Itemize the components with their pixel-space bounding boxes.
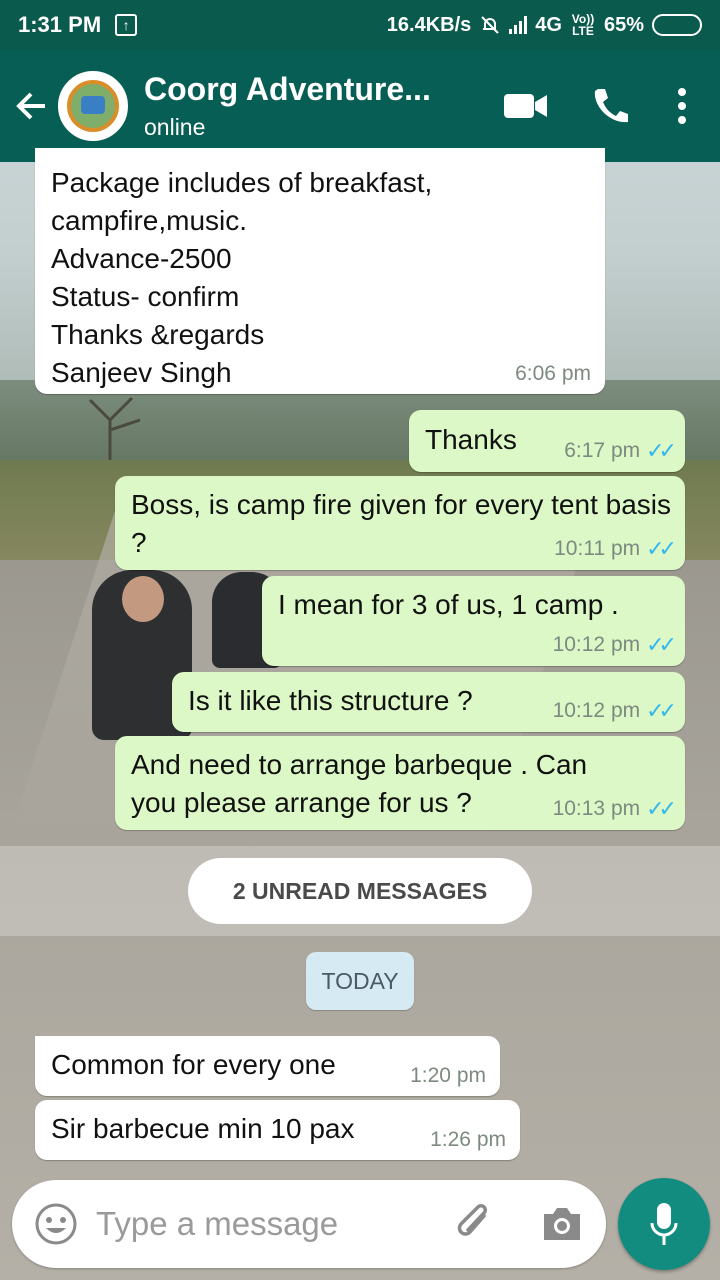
contact-info[interactable]: Coorg Adventure... online <box>144 71 444 141</box>
message-incoming[interactable]: Sir barbecue min 10 pax 1:26 pm <box>35 1100 520 1160</box>
message-line: Sanjeev Singh <box>51 357 232 388</box>
mute-bell-icon <box>481 16 499 34</box>
chat-header: Coorg Adventure... online <box>0 50 720 162</box>
message-incoming[interactable]: Common for every one 1:20 pm <box>35 1036 500 1096</box>
tree-decoration <box>88 396 141 460</box>
back-arrow-icon[interactable] <box>6 50 58 162</box>
avatar[interactable] <box>58 71 128 141</box>
volte-label: Vo)) LTE <box>571 12 595 38</box>
read-ticks-icon: ✓✓ <box>646 438 677 463</box>
net-speed: 16.4KB/s <box>386 13 472 36</box>
message-outgoing[interactable]: Boss, is camp fire given for every tent … <box>115 476 685 570</box>
unread-messages-badge: 2 UNREAD MESSAGES <box>188 858 532 924</box>
camera-icon[interactable] <box>538 1200 586 1248</box>
message-incoming[interactable]: Package includes of breakfast, campfire,… <box>35 148 605 394</box>
voice-call-icon[interactable] <box>588 84 632 128</box>
upload-arrow-icon: ↑ <box>115 14 138 36</box>
message-time: 10:11 pm ✓✓ <box>554 536 677 561</box>
message-composer <box>12 1180 606 1268</box>
message-line: Advance-2500 <box>51 243 232 274</box>
emoji-icon[interactable] <box>32 1200 80 1248</box>
battery-icon <box>652 14 702 36</box>
message-text: I mean for 3 of us, 1 camp . <box>278 589 619 620</box>
microphone-icon <box>650 1203 678 1245</box>
message-time: 10:12 pm ✓✓ <box>552 632 677 657</box>
message-line: Package includes of breakfast, <box>51 167 433 198</box>
status-time: 1:31 PM <box>18 12 102 37</box>
battery-percent: 65% <box>603 13 644 36</box>
message-outgoing[interactable]: Thanks 6:17 pm ✓✓ <box>409 410 685 472</box>
read-ticks-icon: ✓✓ <box>646 632 677 657</box>
contact-name: Coorg Adventure... <box>144 71 431 107</box>
read-ticks-icon: ✓✓ <box>646 698 677 723</box>
read-ticks-icon: ✓✓ <box>646 536 677 561</box>
read-ticks-icon: ✓✓ <box>646 796 677 821</box>
message-time: 6:17 pm ✓✓ <box>564 438 677 463</box>
message-line: campfire,music. <box>51 205 248 236</box>
message-line: Thanks &regards <box>51 319 265 350</box>
date-separator: TODAY <box>306 952 414 1010</box>
message-outgoing[interactable]: And need to arrange barbeque . Can you p… <box>115 736 685 830</box>
status-bar: 1:31 PM ↑ 16.4KB/s 4G Vo)) LTE 65% <box>0 0 720 50</box>
signal-bars-icon <box>509 16 528 34</box>
microphone-button[interactable] <box>618 1178 710 1270</box>
message-line: Status- confirm <box>51 281 240 312</box>
message-time: 10:12 pm ✓✓ <box>552 698 677 723</box>
message-time: 1:26 pm <box>430 1128 506 1151</box>
message-outgoing[interactable]: I mean for 3 of us, 1 camp . 10:12 pm ✓✓ <box>262 576 685 666</box>
message-time: 6:06 pm <box>515 362 591 385</box>
video-call-icon[interactable] <box>504 84 548 128</box>
network-type: 4G <box>535 13 562 36</box>
message-outgoing[interactable]: Is it like this structure ? 10:12 pm ✓✓ <box>172 672 685 732</box>
message-time: 1:20 pm <box>410 1064 486 1087</box>
more-options-icon[interactable] <box>672 84 692 128</box>
message-input[interactable] <box>96 1205 426 1243</box>
message-time: 10:13 pm ✓✓ <box>552 796 677 821</box>
contact-status: online <box>144 114 206 140</box>
attach-paperclip-icon[interactable] <box>452 1200 500 1248</box>
